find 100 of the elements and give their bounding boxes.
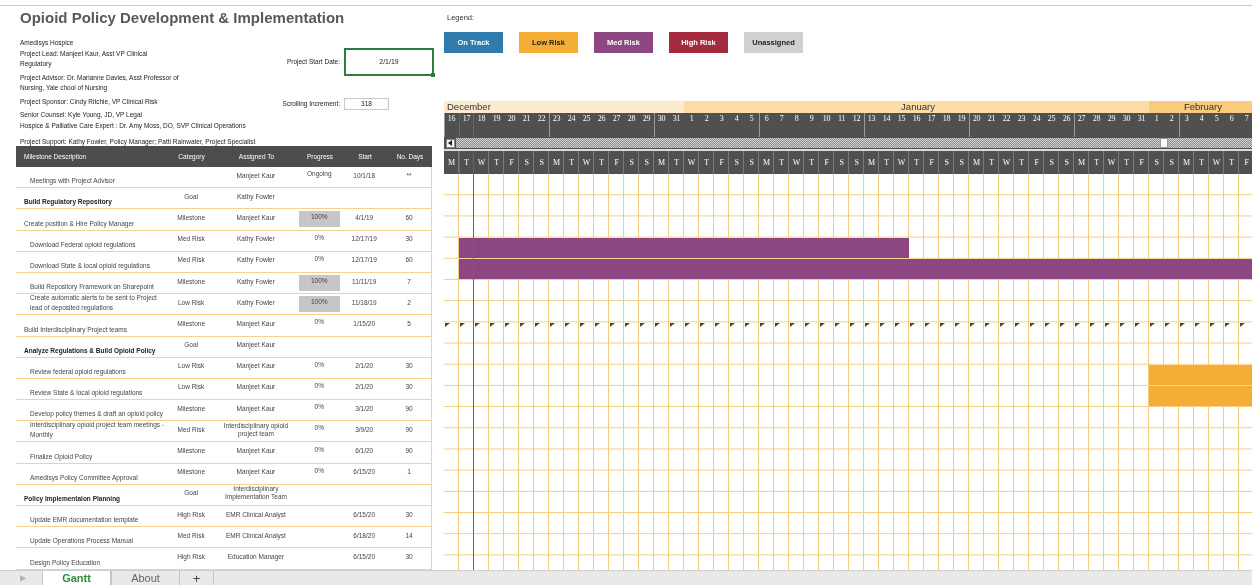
weekday-label: S xyxy=(639,151,654,174)
weekday-label: M xyxy=(1074,151,1089,174)
weekday-label: S xyxy=(1059,151,1074,174)
day-number: 19 xyxy=(956,113,967,125)
day-number: 31 xyxy=(671,113,682,125)
weekday-label: S xyxy=(954,151,969,174)
day-number: 17 xyxy=(926,113,937,125)
weekday-label: M xyxy=(444,151,459,174)
day-number: 19 xyxy=(491,113,502,125)
day-number: 15 xyxy=(896,113,907,125)
weekday-label: T xyxy=(984,151,999,174)
weekday-label: T xyxy=(1014,151,1029,174)
day-number: 26 xyxy=(1061,113,1072,125)
weekday-label: W xyxy=(999,151,1014,174)
weekday-label: W xyxy=(684,151,699,174)
day-number: 5 xyxy=(1213,113,1220,125)
day-number: 22 xyxy=(536,113,547,125)
day-number: 14 xyxy=(881,113,892,125)
day-number: 7 xyxy=(778,113,785,125)
weekday-label: W xyxy=(789,151,804,174)
weekday-label: M xyxy=(864,151,879,174)
weekday-label: F xyxy=(1134,151,1149,174)
weekday-label: T xyxy=(1194,151,1209,174)
weekday-label: T xyxy=(1119,151,1134,174)
day-number: 31 xyxy=(1136,113,1147,125)
scroll-left-button[interactable] xyxy=(446,138,455,148)
month-header: December xyxy=(444,101,684,113)
day-number: 2 xyxy=(703,113,710,125)
scroll-right-icon[interactable] xyxy=(20,574,26,582)
weekday-label: M xyxy=(549,151,564,174)
weekday-label: W xyxy=(894,151,909,174)
day-number: 7 xyxy=(1243,113,1250,125)
weekday-label: T xyxy=(459,151,474,174)
weekday-label: S xyxy=(1164,151,1179,174)
weekday-label: F xyxy=(924,151,939,174)
weekday-label: S xyxy=(744,151,759,174)
weekday-label: S xyxy=(939,151,954,174)
day-number: 23 xyxy=(549,113,564,137)
day-number: 29 xyxy=(1106,113,1117,125)
day-number: 17 xyxy=(459,113,474,137)
day-number: 23 xyxy=(1016,113,1027,125)
weekday-label: S xyxy=(849,151,864,174)
sheet-tab[interactable]: Gantt xyxy=(42,571,111,585)
weekday-label: T xyxy=(669,151,684,174)
day-number: 30 xyxy=(654,113,669,137)
day-number: 21 xyxy=(986,113,997,125)
day-number: 30 xyxy=(1121,113,1132,125)
weekday-label: T xyxy=(594,151,609,174)
day-number: 3 xyxy=(718,113,725,125)
weekday-label: S xyxy=(834,151,849,174)
day-number: 9 xyxy=(808,113,815,125)
day-number: 29 xyxy=(641,113,652,125)
day-number: 28 xyxy=(1091,113,1102,125)
month-header: January xyxy=(684,101,1149,113)
weekday-label: S xyxy=(729,151,744,174)
day-number: 10 xyxy=(821,113,832,125)
weekday-label: S xyxy=(519,151,534,174)
day-number: 4 xyxy=(733,113,740,125)
day-number: 27 xyxy=(1074,113,1089,137)
day-number: 25 xyxy=(581,113,592,125)
weekday-label: S xyxy=(1044,151,1059,174)
sheet-title: Opioid Policy Development & Implementation xyxy=(20,8,346,28)
weekday-label: S xyxy=(624,151,639,174)
day-number: 16 xyxy=(444,113,459,137)
day-number: 18 xyxy=(941,113,952,125)
weekday-label: T xyxy=(909,151,924,174)
weekday-label: T xyxy=(1224,151,1239,174)
weekday-label: T xyxy=(1089,151,1104,174)
weekday-label: W xyxy=(579,151,594,174)
weekday-label: F xyxy=(609,151,624,174)
day-number: 20 xyxy=(506,113,517,125)
day-number: 6 xyxy=(1228,113,1235,125)
day-number: 25 xyxy=(1046,113,1057,125)
weekday-label: S xyxy=(1149,151,1164,174)
weekday-label: T xyxy=(774,151,789,174)
weekday-label: F xyxy=(1029,151,1044,174)
day-number: 22 xyxy=(1001,113,1012,125)
day-number: 2 xyxy=(1168,113,1175,125)
day-number: 6 xyxy=(759,113,774,137)
day-number: 27 xyxy=(611,113,622,125)
day-number: 12 xyxy=(851,113,862,125)
weekday-label: M xyxy=(759,151,774,174)
day-number: 26 xyxy=(596,113,607,125)
day-number: 3 xyxy=(1179,113,1194,137)
weekday-label: F xyxy=(819,151,834,174)
day-number: 21 xyxy=(521,113,532,125)
day-number: 11 xyxy=(836,113,847,125)
day-number: 8 xyxy=(793,113,800,125)
day-number: 1 xyxy=(1153,113,1160,125)
scrollbar-thumb[interactable] xyxy=(1160,138,1168,148)
day-number: 20 xyxy=(969,113,984,137)
day-number: 13 xyxy=(864,113,879,137)
weekday-label: T xyxy=(879,151,894,174)
weekday-label: W xyxy=(1209,151,1224,174)
sheet-tab[interactable]: About xyxy=(111,571,180,585)
day-number: 4 xyxy=(1198,113,1205,125)
day-number: 18 xyxy=(476,113,487,125)
day-number: 24 xyxy=(1031,113,1042,125)
weekday-label: T xyxy=(489,151,504,174)
day-number: 5 xyxy=(748,113,755,125)
